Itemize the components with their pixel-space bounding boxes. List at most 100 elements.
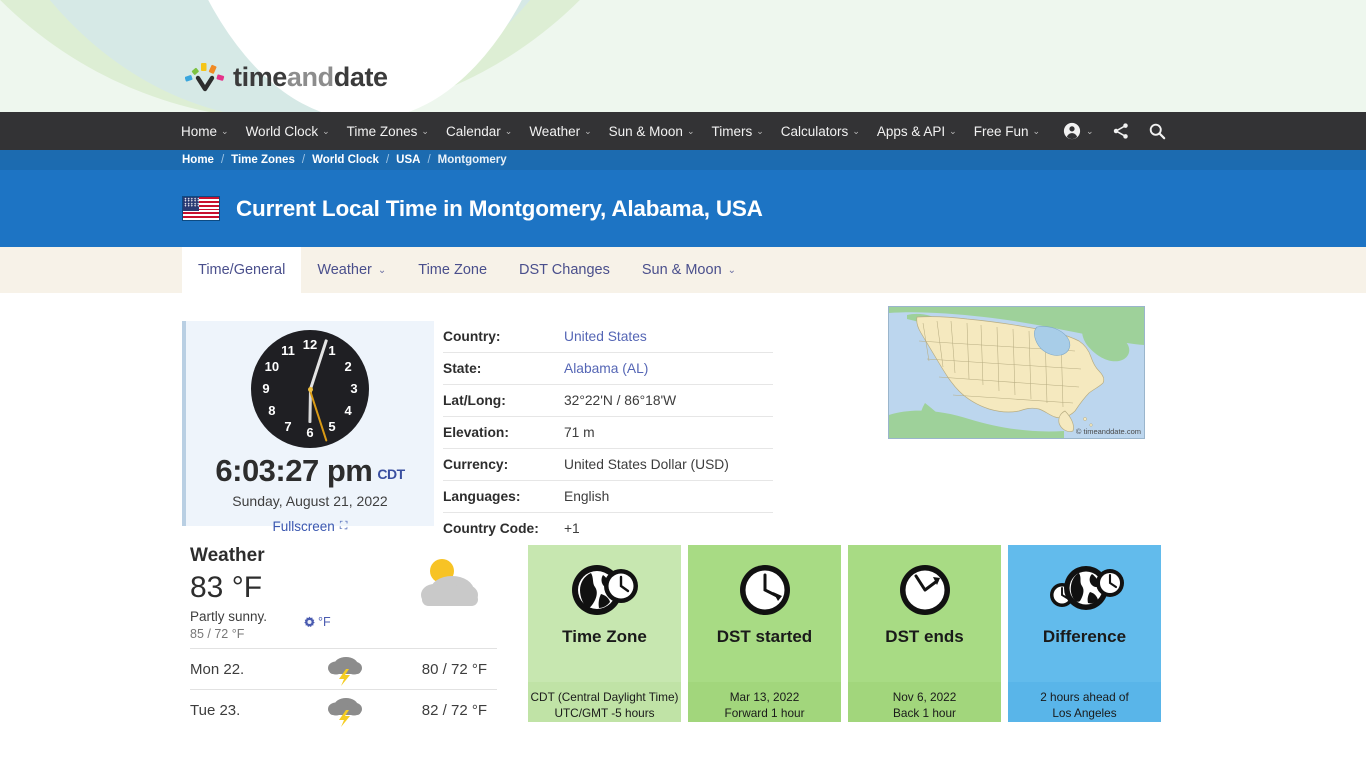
clock-numeral: 12 [302,337,318,352]
digital-time: 6:03:27 pm CDT [186,455,434,486]
breadcrumb-item-usa[interactable]: USA [396,154,420,166]
clock-numeral: 3 [350,381,358,396]
breadcrumb-separator: / [427,154,431,166]
nav-item-apps-api[interactable]: Apps & API ⌄ [877,124,957,139]
search-button-nav[interactable] [1148,122,1166,140]
tab-label: Time Zone [418,262,488,278]
card-line2: UTC/GMT -5 hours [554,705,655,720]
tab-label: Time/General [198,262,286,278]
state-link[interactable]: Alabama (AL) [564,361,648,376]
main-navigation: Home ⌄ World Clock ⌄ Time Zones ⌄ Calend… [0,112,1366,150]
nav-label: Sun & Moon [608,123,683,139]
card-title: Time Zone [562,627,647,646]
table-row: Currency: United States Dollar (USD) [443,448,773,481]
site-header-banner: timeanddate [0,0,1366,112]
nav-item-weather[interactable]: Weather ⌄ [529,124,591,139]
country-link[interactable]: United States [564,329,647,344]
clock-numeral: 6 [306,425,314,440]
clock-numeral: 2 [344,359,352,374]
share-button[interactable] [1112,122,1130,140]
clock-numeral: 9 [262,381,270,396]
info-value: English [564,480,773,513]
map-watermark: © timeanddate.com [1075,427,1141,436]
table-row: Languages: English [443,480,773,513]
info-key: Languages: [443,480,564,513]
chevron-down-icon: ⌄ [727,264,737,276]
nav-item-world-clock[interactable]: World Clock ⌄ [246,124,330,139]
globe-clock-icon [571,565,638,615]
weather-description: Partly sunny. [190,609,268,624]
nav-item-sun-moon[interactable]: Sun & Moon ⌄ [609,124,695,139]
nav-item-calendar[interactable]: Calendar ⌄ [446,124,512,139]
info-value: 32°22'N / 86°18'W [564,384,773,417]
chevron-down-icon: ⌄ [584,125,592,136]
search-icon [1149,123,1165,140]
breadcrumb-item-world-clock[interactable]: World Clock [312,154,379,166]
nav-label: Time Zones [346,123,418,139]
card-line2: Forward 1 hour [724,705,805,720]
card-line1: Nov 6, 2022 [892,690,957,704]
analog-clock[interactable]: 12 1 2 3 4 5 6 7 8 9 10 11 [251,330,369,448]
list-item[interactable]: Mon 22. 80 / 72 °F [190,648,497,689]
card-dst-ends[interactable]: DST ends Nov 6, 2022 Back 1 hour [848,545,1001,735]
nav-label: Home [181,123,218,139]
chevron-down-icon: ⌄ [322,125,330,136]
unit-settings-toggle[interactable]: °F [303,615,331,629]
table-row: State: Alabama (AL) [443,352,773,385]
card-difference[interactable]: Difference 2 hours ahead of Los Angeles [1008,545,1161,735]
card-top: Time Zone [528,545,681,682]
table-row: Lat/Long: 32°22'N / 86°18'W [443,384,773,417]
timeanddate-logo-icon [185,63,225,92]
info-value: United States Dollar (USD) [564,448,773,481]
chevron-down-icon: ⌄ [221,125,229,136]
table-row: Country Code: +1 [443,513,773,545]
fullscreen-link[interactable]: Fullscreen ⛶ [273,519,348,534]
account-button[interactable]: ⌄ [1063,122,1094,140]
tab-time-zone[interactable]: Time Zone [402,247,503,293]
page-title-band: ✦✦✦✦✦ ✦✦✦✦✦ ✦✦✦✦✦ ✦✦✦✦✦ Current Local Time … [0,170,1366,393]
card-line1: Mar 13, 2022 [729,690,800,704]
nav-item-timers[interactable]: Timers ⌄ [711,124,763,139]
nav-item-free-fun[interactable]: Free Fun ⌄ [974,124,1040,139]
chevron-down-icon: ⌄ [686,125,695,136]
nav-label: Free Fun [973,123,1029,139]
card-line1: 2 hours ahead of [1040,690,1129,704]
breadcrumb-item-time-zones[interactable]: Time Zones [231,154,295,166]
card-line2: Los Angeles [1052,705,1117,720]
forecast-temps: 82 / 72 °F [421,701,487,719]
table-row: Elevation: 71 m [443,416,773,449]
info-key: Elevation: [443,416,564,449]
card-body: 2 hours ahead of Los Angeles [1008,682,1161,722]
thunderstorm-icon [328,657,362,686]
fullscreen-icon: ⛶ [339,520,348,532]
tab-weather[interactable]: Weather ⌄ [301,247,402,293]
tab-time-general[interactable]: Time/General [182,247,302,293]
card-body: CDT (Central Daylight Time) UTC/GMT -5 h… [528,682,681,722]
tab-dst-changes[interactable]: DST Changes [503,247,626,293]
breadcrumb-item-home[interactable]: Home [182,154,214,166]
card-time-zone[interactable]: Time Zone CDT (Central Daylight Time) UT… [528,545,681,735]
logo-and: and [286,61,334,92]
clock-numeral: 10 [264,359,280,374]
card-top: DST ends [848,545,1001,682]
forecast-day: Tue 23. [190,701,241,719]
section-tabs: Time/General Weather ⌄ Time Zone DST Cha… [0,247,1366,293]
chevron-down-icon: ⌄ [756,125,764,136]
nav-item-time-zones[interactable]: Time Zones ⌄ [347,124,429,139]
card-dst-started[interactable]: DST started Mar 13, 2022 Forward 1 hour [688,545,841,735]
card-title: DST ends [885,627,964,646]
card-title: Difference [1042,627,1127,646]
info-key: Country Code: [443,521,539,536]
nav-item-home[interactable]: Home ⌄ [181,124,229,139]
clock-numeral: 8 [268,403,276,418]
thunderstorm-icon [328,698,362,727]
tab-sun-moon[interactable]: Sun & Moon ⌄ [626,247,752,293]
nav-icon-group: ⌄ [1063,122,1184,140]
list-item[interactable]: Tue 23. 82 / 72 °F [190,689,497,730]
chevron-down-icon: ⌄ [1032,125,1041,136]
location-map[interactable]: © timeanddate.com [888,306,1145,439]
clock-numeral: 11 [281,342,295,358]
nav-item-calculators[interactable]: Calculators ⌄ [781,124,860,139]
clock-forward-icon [739,565,790,615]
site-logo[interactable]: timeanddate [185,60,388,94]
